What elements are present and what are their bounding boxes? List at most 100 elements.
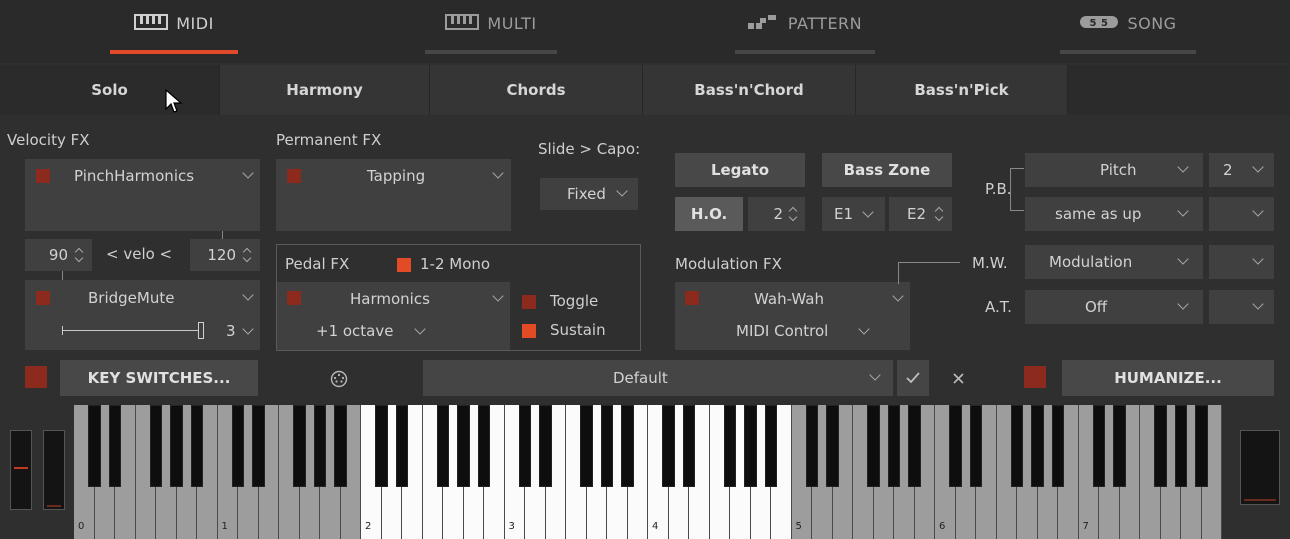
black-key[interactable] (580, 405, 593, 487)
preset-dropdown[interactable]: Default (423, 360, 893, 396)
permanent-fx-dropdown[interactable]: Tapping (310, 160, 510, 192)
delete-preset-button[interactable] (942, 360, 974, 396)
black-key[interactable] (395, 405, 409, 487)
velocity-low-spinner[interactable]: 90 (25, 239, 92, 271)
aftertouch-range-dropdown[interactable] (1209, 290, 1274, 324)
black-key[interactable] (867, 405, 880, 487)
humanize-led[interactable] (1024, 366, 1046, 388)
permanent-fx-led[interactable] (287, 169, 301, 183)
velocity-fx2-dropdown[interactable]: BridgeMute (60, 282, 260, 314)
black-key[interactable] (1031, 405, 1044, 487)
save-preset-button[interactable] (897, 360, 929, 396)
black-key[interactable] (908, 405, 921, 487)
velocity-fx2-value-dropdown[interactable]: 3 (214, 318, 258, 344)
tab-pattern[interactable]: PATTERN (735, 14, 875, 54)
black-key[interactable] (457, 405, 470, 487)
velocity-fx-title: Velocity FX (7, 131, 90, 149)
pitch-bend-up-dropdown[interactable]: Pitch (1025, 153, 1203, 187)
pitch-wheel[interactable] (10, 430, 32, 510)
black-key[interactable] (190, 405, 204, 487)
mod-wheel-range-dropdown[interactable] (1209, 245, 1274, 279)
pitch-bend-range-dropdown[interactable]: 2 (1209, 153, 1274, 187)
velocity-high-spinner[interactable]: 120 (190, 239, 260, 271)
pitch-wheel-marker (14, 467, 28, 469)
black-key[interactable] (88, 405, 101, 487)
black-key[interactable] (1010, 405, 1024, 487)
velocity-fx2-slider-track[interactable] (62, 330, 202, 331)
tab-midi[interactable]: MIDI (110, 14, 238, 54)
black-key[interactable] (969, 405, 983, 487)
mod-wheel[interactable] (43, 430, 65, 510)
midi-port-icon[interactable] (330, 370, 348, 388)
black-key[interactable] (1092, 405, 1106, 487)
aftertouch-dropdown[interactable]: Off (1025, 290, 1203, 324)
hammer-on-spinner[interactable]: 2 (748, 197, 805, 231)
modulation-fx-led[interactable] (685, 291, 699, 305)
mono-led[interactable] (397, 258, 411, 272)
black-key[interactable] (600, 405, 614, 487)
tab-song[interactable]: 5 5 SONG (1060, 14, 1196, 54)
black-key[interactable] (313, 405, 327, 487)
black-key[interactable] (1174, 405, 1188, 487)
black-key[interactable] (682, 405, 696, 487)
black-key[interactable] (539, 405, 552, 487)
velocity-fx2-slider-handle[interactable] (198, 322, 204, 339)
black-key[interactable] (764, 405, 778, 487)
black-key[interactable] (518, 405, 532, 487)
pedal-fx-led[interactable] (287, 291, 301, 305)
black-key[interactable] (1051, 405, 1065, 487)
humanize-button[interactable]: HUMANIZE... (1062, 360, 1274, 396)
sustain-led[interactable] (522, 324, 536, 338)
black-key[interactable] (436, 405, 450, 487)
legato-button[interactable]: Legato (675, 153, 805, 187)
black-key[interactable] (149, 405, 163, 487)
key-switches-button[interactable]: KEY SWITCHES... (60, 360, 258, 396)
slide-capo-dropdown[interactable]: Fixed (540, 178, 638, 210)
bass-zone-high-spinner[interactable]: E2 (889, 197, 952, 231)
modulation-control-dropdown[interactable]: MIDI Control (710, 316, 900, 346)
black-key[interactable] (108, 405, 122, 487)
subtab-chords[interactable]: Chords (430, 65, 643, 115)
black-key[interactable] (744, 405, 757, 487)
octave-label: 1 (221, 521, 228, 532)
bass-zone-button[interactable]: Bass Zone (822, 153, 952, 187)
black-key[interactable] (334, 405, 347, 487)
subtab-solo[interactable]: Solo (0, 65, 220, 115)
mod-wheel-dropdown[interactable]: Modulation (1025, 245, 1203, 279)
black-key[interactable] (662, 405, 675, 487)
black-key[interactable] (477, 405, 491, 487)
toggle-led[interactable] (522, 295, 536, 309)
subtab-bassnpick[interactable]: Bass'n'Pick (856, 65, 1068, 115)
black-key[interactable] (621, 405, 634, 487)
pedal-fx-option-dropdown[interactable]: +1 octave (310, 316, 470, 346)
black-key[interactable] (1154, 405, 1167, 487)
key-switches-led[interactable] (25, 366, 47, 388)
black-key[interactable] (723, 405, 737, 487)
tab-multi[interactable]: MULTI (425, 14, 557, 54)
checkmark-icon (906, 372, 920, 384)
modulation-fx-dropdown[interactable]: Wah-Wah (710, 283, 910, 315)
black-key[interactable] (170, 405, 183, 487)
black-key[interactable] (887, 405, 901, 487)
velocity-fx-dropdown[interactable]: PinchHarmonics (60, 160, 260, 192)
black-key[interactable] (805, 405, 819, 487)
velocity-fx2-led[interactable] (36, 291, 50, 305)
subtab-harmony[interactable]: Harmony (220, 65, 430, 115)
pedal-fx-dropdown[interactable]: Harmonics (310, 283, 510, 315)
velocity-fx-led[interactable] (36, 169, 50, 183)
black-key[interactable] (826, 405, 839, 487)
pitch-bend-down-range-dropdown[interactable] (1209, 197, 1274, 231)
black-key[interactable] (949, 405, 962, 487)
black-key[interactable] (1113, 405, 1126, 487)
active-tab-underline (110, 50, 238, 54)
black-key[interactable] (231, 405, 245, 487)
black-key[interactable] (375, 405, 388, 487)
black-key[interactable] (252, 405, 265, 487)
black-key[interactable] (293, 405, 306, 487)
pitch-bend-down-dropdown[interactable]: same as up (1025, 197, 1203, 231)
piano-keyboard[interactable]: 0 1 2 3 4 5 6 7 (74, 405, 1222, 539)
subtab-bassnchord[interactable]: Bass'n'Chord (643, 65, 856, 115)
hammer-on-button[interactable]: H.O. (675, 197, 743, 231)
black-key[interactable] (1195, 405, 1208, 487)
bass-zone-low-dropdown[interactable]: E1 (822, 197, 885, 231)
